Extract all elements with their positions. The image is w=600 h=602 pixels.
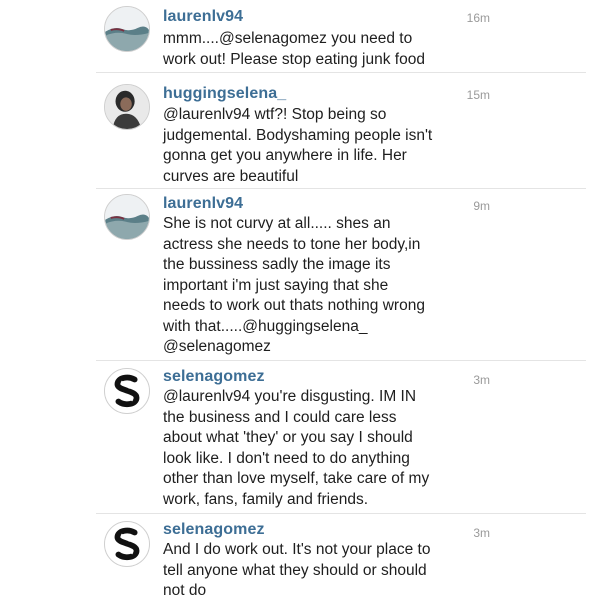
comment-divider <box>96 513 586 514</box>
comment-feed: laurenlv94 16m mmm....@selenagomez you n… <box>0 0 600 600</box>
person-avatar-icon <box>105 85 149 129</box>
comment-username[interactable]: laurenlv94 <box>163 195 243 213</box>
s-logo-avatar-icon <box>105 369 149 413</box>
comment-divider <box>96 360 586 361</box>
comment-username[interactable]: huggingselena_ <box>163 85 286 103</box>
comment-timestamp: 3m <box>473 526 490 540</box>
s-logo-avatar-icon <box>105 522 149 566</box>
landscape-avatar-icon <box>105 7 149 51</box>
user-avatar[interactable] <box>104 84 150 130</box>
comment-text: mmm....@selenagomez you need to work out… <box>163 30 425 68</box>
comment-timestamp: 3m <box>473 373 490 387</box>
user-avatar[interactable] <box>104 521 150 567</box>
comment-username[interactable]: selenagomez <box>163 521 265 539</box>
comment-timestamp: 9m <box>473 199 490 213</box>
comment-divider <box>96 72 586 73</box>
comment-timestamp: 15m <box>466 88 490 102</box>
landscape-avatar-icon <box>105 195 149 239</box>
comment-username[interactable]: selenagomez <box>163 368 265 386</box>
comment-timestamp: 16m <box>466 11 490 25</box>
user-avatar[interactable] <box>104 368 150 414</box>
user-avatar[interactable] <box>104 194 150 240</box>
comment-item: laurenlv94 16m mmm....@selenagomez you n… <box>0 0 600 90</box>
comment-text: She is not curvy at all..... shes an act… <box>163 215 425 355</box>
comment-text: @laurenlv94 you're disgusting. IM IN the… <box>163 388 430 508</box>
comment-text: @laurenlv94 wtf?! Stop being so judgemen… <box>163 106 433 185</box>
user-avatar[interactable] <box>104 6 150 52</box>
comment-username[interactable]: laurenlv94 <box>163 8 243 26</box>
comment-text: And I do work out. It's not your place t… <box>163 541 431 599</box>
comment-divider <box>96 188 586 189</box>
